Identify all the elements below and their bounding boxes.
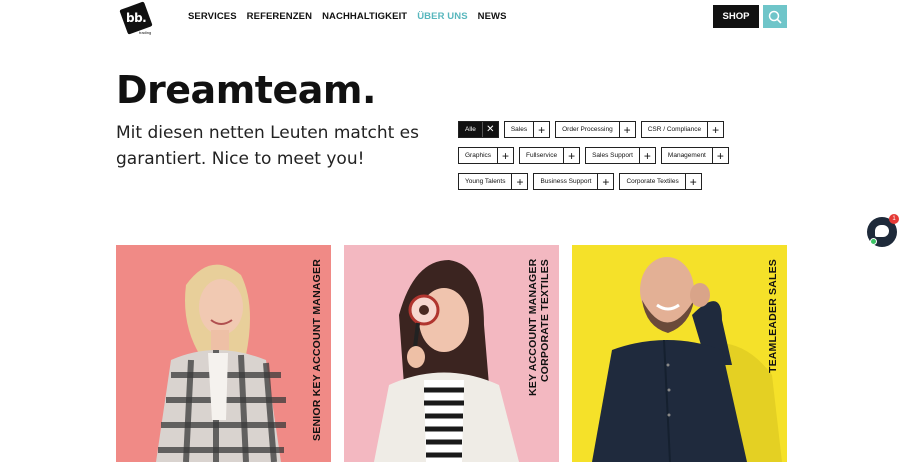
page-subtitle: Mit diesen netten Leuten matcht es garan… (116, 123, 419, 169)
team-card[interactable]: SENIOR KEY ACCOUNT MANAGER (116, 245, 331, 462)
filter-label: Order Processing (562, 126, 613, 133)
page-title: Dreamteam. (116, 68, 376, 112)
nav-ueber-uns[interactable]: ÜBER UNS (417, 11, 467, 22)
main-nav: SERVICES REFERENZEN NACHHALTIGKEIT ÜBER … (188, 11, 517, 22)
filter-management[interactable]: Management + (660, 147, 729, 164)
plus-icon[interactable]: + (707, 122, 723, 137)
chat-widget-button[interactable]: 1 (867, 214, 899, 247)
nav-news[interactable]: NEWS (478, 11, 507, 22)
nav-referenzen[interactable]: REFERENZEN (247, 11, 312, 22)
filter-business-support[interactable]: Business Support + (533, 173, 615, 190)
team-member-photo (592, 257, 782, 462)
card-role-label: TEAMLEADER SALES (767, 259, 779, 374)
nav-nachhaltigkeit[interactable]: NACHHALTIGKEIT (322, 11, 407, 22)
filter-label: Young Talents (465, 178, 506, 185)
team-member-photo (156, 264, 286, 462)
team-card[interactable]: KEY ACCOUNT MANAGER CORPORATE TEXTILES (344, 245, 559, 462)
plus-icon[interactable]: + (497, 148, 513, 163)
filter-row: Alle ✕ Sales + Order Processing + CSR / … (458, 121, 758, 138)
nav-services[interactable]: SERVICES (188, 11, 237, 22)
plus-icon[interactable]: + (711, 148, 728, 163)
filter-sales[interactable]: Sales + (503, 121, 551, 138)
plus-icon[interactable]: + (618, 122, 635, 137)
close-icon[interactable]: ✕ (481, 122, 498, 137)
filter-sales-support[interactable]: Sales Support + (585, 147, 656, 164)
filter-label: Sales Support (592, 152, 633, 159)
filter-alle[interactable]: Alle ✕ (458, 121, 499, 138)
search-icon (768, 10, 782, 24)
card-role-label: SENIOR KEY ACCOUNT MANAGER (311, 259, 323, 441)
plus-icon[interactable]: + (638, 148, 655, 163)
logo[interactable]: bb. trading (119, 1, 154, 36)
filter-label: CSR / Compliance (647, 126, 702, 133)
logo-subtext: trading (139, 30, 152, 35)
shop-button[interactable]: SHOP (713, 5, 759, 28)
filter-corporate-textiles[interactable]: Corporate Textiles + (619, 173, 702, 190)
online-indicator (870, 238, 877, 245)
filter-csr-compliance[interactable]: CSR / Compliance + (640, 121, 725, 138)
filter-order-processing[interactable]: Order Processing + (555, 121, 636, 138)
notification-badge: 1 (889, 214, 899, 224)
plus-icon[interactable]: + (563, 148, 579, 163)
plus-icon[interactable]: + (597, 174, 613, 189)
filter-graphics[interactable]: Graphics + (458, 147, 515, 164)
search-button[interactable] (763, 5, 787, 28)
filter-row: Young Talents + Business Support + Corpo… (458, 173, 758, 190)
filter-label: Business Support (540, 178, 592, 185)
plus-icon[interactable]: + (533, 122, 549, 137)
filter-row: Graphics + Fullservice + Sales Support +… (458, 147, 758, 164)
chat-bubble-icon (875, 225, 889, 237)
filter-young-talents[interactable]: Young Talents + (458, 173, 529, 190)
filter-group: Alle ✕ Sales + Order Processing + CSR / … (458, 121, 758, 199)
team-card[interactable]: TEAMLEADER SALES (572, 245, 787, 462)
plus-icon[interactable]: + (511, 174, 527, 189)
filter-label: Sales (510, 126, 528, 133)
filter-fullservice[interactable]: Fullservice + (519, 147, 581, 164)
logo-text: bb. (126, 11, 147, 25)
filter-label: Management (667, 152, 706, 159)
filter-label: Fullservice (526, 152, 558, 159)
filter-label: Corporate Textiles (626, 178, 679, 185)
card-role-label: KEY ACCOUNT MANAGER CORPORATE TEXTILES (527, 259, 551, 397)
filter-label: Graphics (465, 152, 492, 159)
filter-label: Alle (465, 126, 476, 133)
plus-icon[interactable]: + (684, 174, 701, 189)
